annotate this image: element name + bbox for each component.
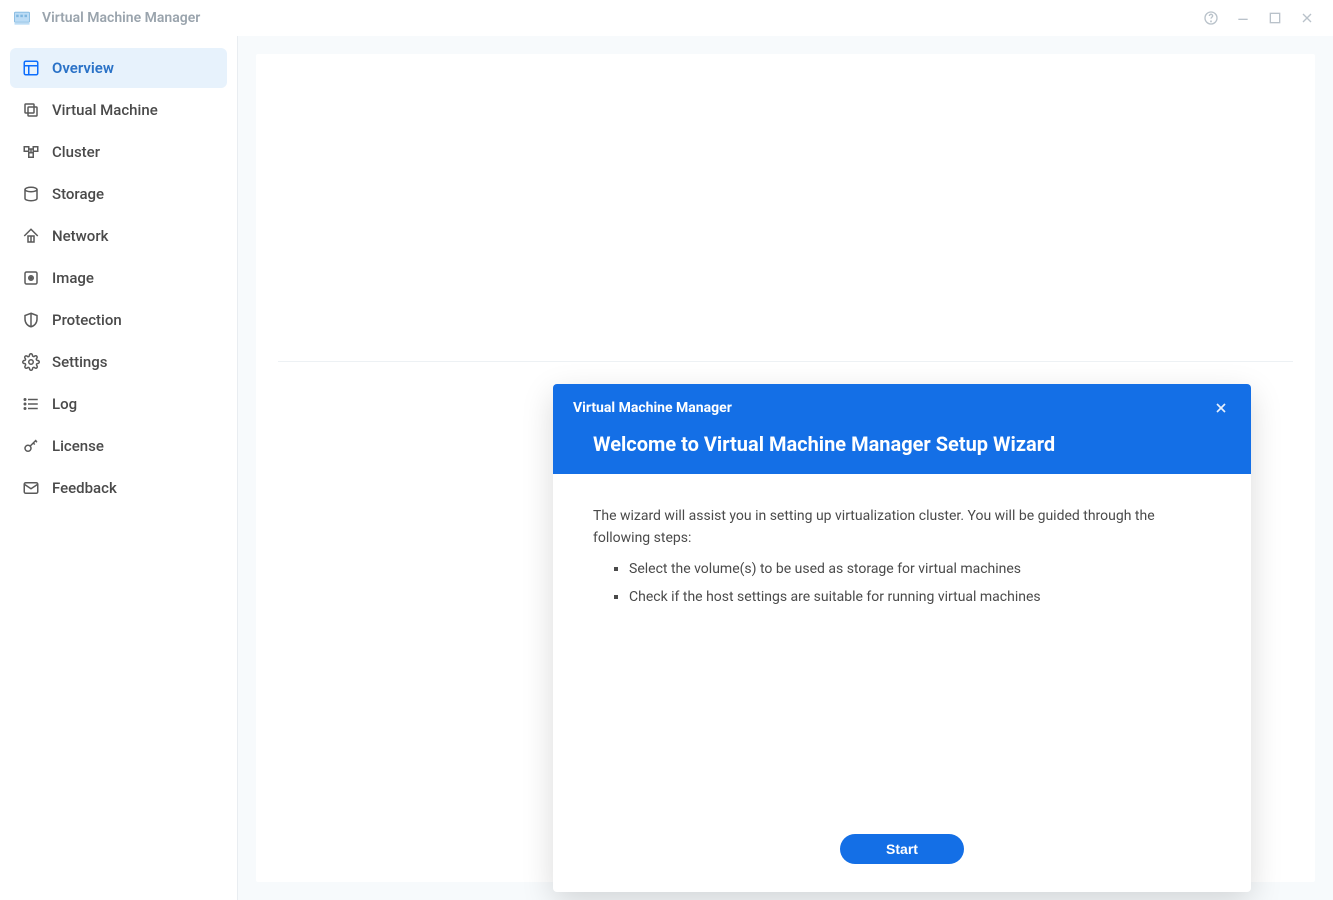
- shield-icon: [22, 311, 40, 329]
- sidebar-item-label: Cluster: [52, 143, 100, 161]
- sidebar-item-settings[interactable]: Settings: [10, 342, 227, 382]
- sidebar-item-label: Virtual Machine: [52, 101, 158, 119]
- gear-icon: [22, 353, 40, 371]
- storage-icon: [22, 185, 40, 203]
- setup-wizard-modal: Virtual Machine Manager Welcome to Virtu…: [553, 384, 1251, 892]
- main: Overview Virtual Machine Cluster Storage: [0, 36, 1333, 900]
- sidebar-item-label: Image: [52, 269, 94, 287]
- sidebar-item-cluster[interactable]: Cluster: [10, 132, 227, 172]
- sidebar-item-virtual-machine[interactable]: Virtual Machine: [10, 90, 227, 130]
- wizard-steps-list: Select the volume(s) to be used as stora…: [593, 559, 1211, 608]
- sidebar: Overview Virtual Machine Cluster Storage: [0, 36, 238, 900]
- sidebar-item-label: Storage: [52, 185, 104, 203]
- window-title: Virtual Machine Manager: [42, 10, 200, 26]
- sidebar-item-license[interactable]: License: [10, 426, 227, 466]
- sidebar-item-overview[interactable]: Overview: [10, 48, 227, 88]
- sidebar-item-label: Settings: [52, 353, 108, 371]
- sidebar-item-label: Log: [52, 395, 77, 413]
- modal-header: Virtual Machine Manager Welcome to Virtu…: [553, 384, 1251, 474]
- wizard-intro: The wizard will assist you in setting up…: [593, 506, 1211, 549]
- sidebar-item-label: Network: [52, 227, 108, 245]
- sidebar-item-network[interactable]: Network: [10, 216, 227, 256]
- maximize-button[interactable]: [1261, 4, 1289, 32]
- minimize-button[interactable]: [1229, 4, 1257, 32]
- list-icon: [22, 395, 40, 413]
- sidebar-item-label: Protection: [52, 311, 122, 329]
- wizard-step: Select the volume(s) to be used as stora…: [629, 559, 1211, 581]
- app-icon: [12, 8, 32, 28]
- modal-subtitle: Virtual Machine Manager: [573, 400, 732, 416]
- vm-icon: [22, 101, 40, 119]
- modal-close-button[interactable]: [1211, 398, 1231, 418]
- wizard-step: Check if the host settings are suitable …: [629, 587, 1211, 609]
- titlebar: Virtual Machine Manager: [0, 0, 1333, 36]
- modal-title: Welcome to Virtual Machine Manager Setup…: [573, 432, 1231, 456]
- sidebar-item-label: Feedback: [52, 479, 117, 497]
- sidebar-item-protection[interactable]: Protection: [10, 300, 227, 340]
- close-button[interactable]: [1293, 4, 1321, 32]
- sidebar-item-image[interactable]: Image: [10, 258, 227, 298]
- sidebar-item-storage[interactable]: Storage: [10, 174, 227, 214]
- sidebar-item-label: License: [52, 437, 104, 455]
- sidebar-item-label: Overview: [52, 59, 114, 77]
- overview-icon: [22, 59, 40, 77]
- image-icon: [22, 269, 40, 287]
- modal-body: The wizard will assist you in setting up…: [553, 474, 1251, 820]
- sidebar-item-feedback[interactable]: Feedback: [10, 468, 227, 508]
- mail-icon: [22, 479, 40, 497]
- content-area: Virtual Machine Manager Welcome to Virtu…: [238, 36, 1333, 900]
- help-button[interactable]: [1197, 4, 1225, 32]
- modal-footer: Start: [553, 820, 1251, 892]
- start-button[interactable]: Start: [840, 834, 964, 864]
- sidebar-item-log[interactable]: Log: [10, 384, 227, 424]
- divider: [278, 361, 1293, 362]
- cluster-icon: [22, 143, 40, 161]
- key-icon: [22, 437, 40, 455]
- network-icon: [22, 227, 40, 245]
